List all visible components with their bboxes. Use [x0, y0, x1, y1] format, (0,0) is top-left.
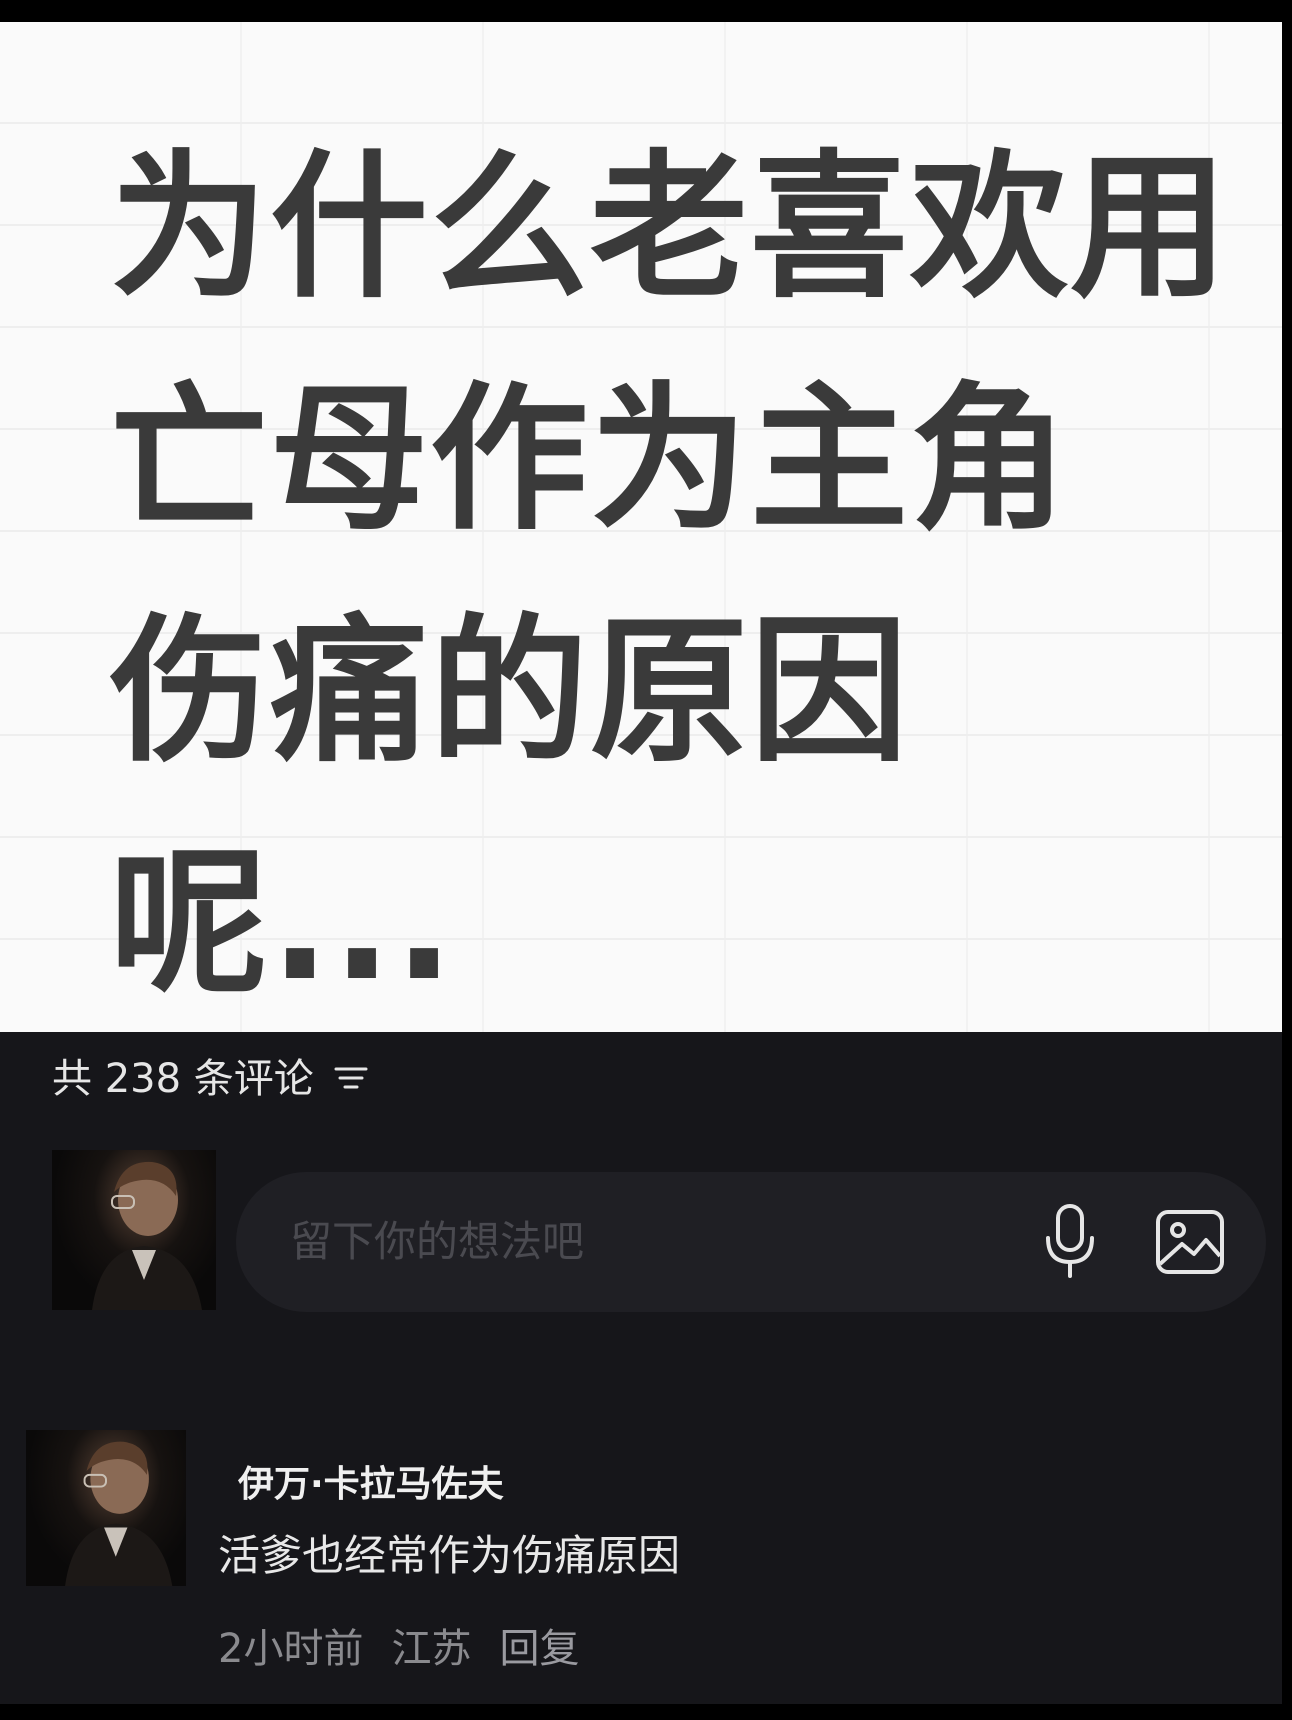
comment-text: 活爹也经常作为伤痛原因	[218, 1531, 681, 1580]
comment-count: 共 238 条评论	[52, 1056, 314, 1102]
comment-input[interactable]	[290, 1212, 990, 1272]
avatar[interactable]	[52, 1150, 216, 1310]
person-portrait-icon	[92, 1161, 202, 1310]
bottom-bar	[0, 1704, 1292, 1720]
comment-panel	[0, 1032, 1292, 1720]
image-upload-icon[interactable]	[1154, 1206, 1226, 1278]
reply-button[interactable]: 回复	[499, 1616, 579, 1674]
right-edge-strip	[1282, 0, 1292, 1720]
microphone-icon[interactable]	[1040, 1202, 1100, 1282]
sort-filter-icon[interactable]	[334, 1065, 368, 1091]
post-image: 为什么老喜欢用 亡母作为主角 伤痛的原因呢...	[0, 22, 1292, 1032]
comments-header: 共 238 条评论	[52, 1045, 368, 1105]
top-bar	[0, 0, 1292, 22]
comment-time: 2小时前	[218, 1626, 364, 1672]
post-title: 为什么老喜欢用 亡母作为主角 伤痛的原因呢...	[110, 136, 1230, 1016]
comment-author[interactable]: 伊万·卡拉马佐夫	[238, 1455, 504, 1507]
commenter-avatar[interactable]	[26, 1430, 186, 1586]
comment-location: 江苏	[391, 1626, 472, 1672]
person-portrait-icon	[65, 1441, 173, 1586]
comment-meta: 2小时前 江苏 回复	[218, 1616, 579, 1674]
